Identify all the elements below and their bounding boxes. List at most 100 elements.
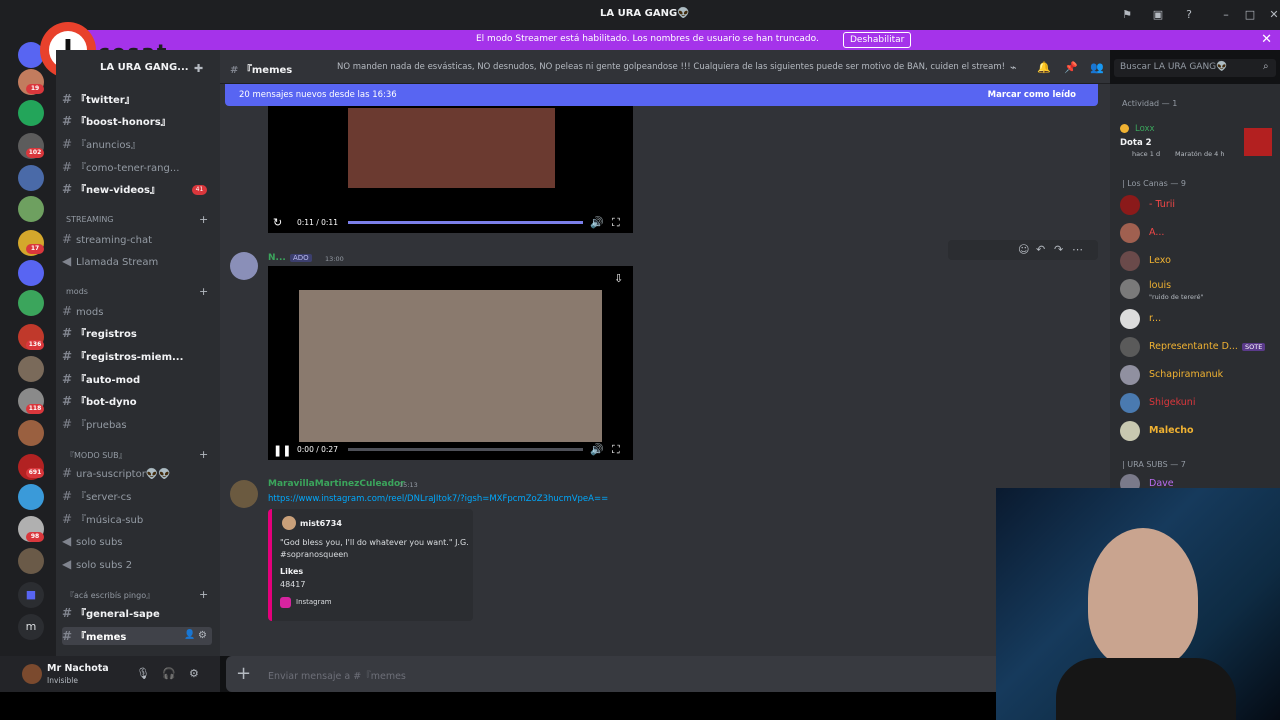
avatar[interactable] <box>22 664 42 684</box>
add-channel-icon[interactable]: + <box>199 588 208 601</box>
add-channel-icon[interactable]: + <box>199 285 208 298</box>
channel-auto-mod[interactable]: # 『auto-mod <box>62 370 212 388</box>
help-icon[interactable]: ? <box>1182 8 1196 22</box>
server-icon[interactable] <box>18 356 44 382</box>
video-time: 0:11 / 0:11 <box>297 218 338 227</box>
avatar[interactable] <box>230 252 258 280</box>
server-icon[interactable]: m <box>18 614 44 640</box>
close-banner-icon[interactable]: ✕ <box>1261 32 1272 47</box>
add-channel-icon[interactable]: + <box>199 213 208 226</box>
threads-icon[interactable]: ⌁ <box>1010 61 1017 74</box>
pause-icon[interactable]: ❚❚ <box>273 444 291 457</box>
video-player[interactable] <box>268 106 633 233</box>
user-name[interactable]: Mr Nachota <box>47 663 109 674</box>
video-progress[interactable] <box>348 448 583 451</box>
channel-pruebas[interactable]: # 『pruebas <box>62 415 212 433</box>
settings-gear-icon[interactable]: ⚙ <box>198 630 207 641</box>
voice-solo-subs-2[interactable]: ◀ solo subs 2 <box>62 555 212 573</box>
bell-icon[interactable]: 🔔 <box>1037 61 1051 74</box>
add-channel-icon[interactable]: + <box>199 448 208 461</box>
inbox-icon[interactable]: ⚑ <box>1120 8 1134 22</box>
new-messages-bar[interactable]: 20 mensajes nuevos desde las 16:36 Marca… <box>225 84 1098 106</box>
server-icon[interactable] <box>18 165 44 191</box>
hash-icon: # <box>62 182 73 196</box>
hash-icon: # <box>62 232 73 246</box>
voice-llamada-stream[interactable]: ◀ Llamada Stream <box>62 252 212 270</box>
mark-read-button[interactable]: Marcar como leído <box>988 90 1076 100</box>
channel-server-cs[interactable]: # 『server-cs <box>62 487 212 505</box>
microphone-icon[interactable]: 🎙 <box>136 667 150 680</box>
channel-streaming-chat[interactable]: # streaming-chat <box>62 230 212 248</box>
channel-ura-suscriptor[interactable]: # ura-suscriptor👽👽 <box>62 464 212 482</box>
disable-streamer-button[interactable]: Deshabilitar <box>843 32 912 48</box>
channel-topic[interactable]: NO manden nada de esvásticas, NO desnudo… <box>337 62 1005 72</box>
hash-icon: # <box>62 160 73 174</box>
pin-icon[interactable]: 📌 <box>1064 61 1078 74</box>
channel-mods[interactable]: # mods <box>62 302 212 320</box>
avatar <box>1120 421 1140 441</box>
embed-author[interactable]: mist6734 <box>300 519 342 528</box>
video-player[interactable] <box>268 266 633 460</box>
add-reaction-icon[interactable]: ☺ <box>1018 243 1029 256</box>
server-name[interactable]: LA URA GANG... <box>100 62 189 73</box>
category-aca-escribis[interactable]: 『acá escribís pingo』 <box>66 590 154 601</box>
settings-gear-icon[interactable]: ⚙ <box>189 667 199 680</box>
channel-twitter[interactable]: # 『twitter』 <box>62 90 212 108</box>
hash-icon: # <box>62 114 73 128</box>
title-bar: LA URA GANG👽 ⚑ ▣ ? – □ ✕ <box>0 0 1280 30</box>
volume-icon[interactable]: 🔊 <box>590 443 604 456</box>
server-icon[interactable] <box>18 100 44 126</box>
server-icon[interactable] <box>18 420 44 446</box>
channel-registros-miembros[interactable]: # 『registros-miem... <box>62 347 212 365</box>
download-icon[interactable]: ⇩ <box>614 272 623 285</box>
server-icon[interactable] <box>18 196 44 222</box>
maximize-icon[interactable]: □ <box>1243 8 1257 22</box>
replay-icon[interactable]: ↻ <box>273 216 282 229</box>
invite-icon[interactable]: 👤 <box>184 630 195 640</box>
category-streaming[interactable]: STREAMING <box>66 215 114 224</box>
channel-registros[interactable]: # 『registros <box>62 324 212 342</box>
channel-general-sape[interactable]: # 『general-sape <box>62 604 212 622</box>
forward-icon[interactable]: ↷ <box>1054 243 1063 256</box>
instagram-icon <box>280 597 291 608</box>
channel-bot-dyno[interactable]: # 『bot-dyno <box>62 392 212 410</box>
folder-icon[interactable]: ■ <box>18 582 44 608</box>
more-icon[interactable]: ⋯ <box>1072 243 1083 256</box>
channel-como-tener-rango[interactable]: # 『como-tener-rang... <box>62 158 212 176</box>
activity-user[interactable]: Loxx <box>1135 124 1155 134</box>
add-attachment-icon[interactable]: + <box>236 663 251 684</box>
fullscreen-icon[interactable]: ⛶ <box>612 443 620 457</box>
channel-musica-sub[interactable]: # 『música-sub <box>62 510 212 528</box>
voice-solo-subs[interactable]: ◀ solo subs <box>62 532 212 550</box>
reply-icon[interactable]: ↶ <box>1036 243 1045 256</box>
fullscreen-icon[interactable]: ⛶ <box>612 216 620 230</box>
unread-badge: 118 <box>26 404 44 414</box>
add-member-icon[interactable]: ✚ <box>194 62 203 75</box>
video-progress[interactable] <box>348 221 583 224</box>
server-icon[interactable] <box>18 548 44 574</box>
category-modo-sub[interactable]: 『MODO SUB』 <box>66 450 127 461</box>
channel-new-videos[interactable]: # 『new-videos』 <box>62 180 212 198</box>
close-icon[interactable]: ✕ <box>1267 8 1280 22</box>
minimize-icon[interactable]: – <box>1219 8 1233 22</box>
channel-boost-honors[interactable]: # 『boost-honors』 <box>62 112 212 130</box>
webcam-overlay <box>996 488 1280 720</box>
screen-icon[interactable]: ▣ <box>1151 8 1165 22</box>
message-author[interactable]: N... <box>268 253 286 263</box>
user-status: Invisible <box>47 676 78 685</box>
avatar[interactable] <box>230 480 258 508</box>
message-composer[interactable]: + Enviar mensaje a #『memes <box>226 656 1100 692</box>
category-mods[interactable]: mods <box>66 287 88 296</box>
server-icon[interactable] <box>18 260 44 286</box>
message-link[interactable]: https://www.instagram.com/reel/DNLraJIto… <box>268 494 608 504</box>
bottom-strip <box>0 692 996 720</box>
search-input[interactable]: Buscar LA URA GANG👽 <box>1114 59 1276 77</box>
server-icon[interactable] <box>18 290 44 316</box>
members-icon[interactable]: 👥 <box>1090 61 1104 74</box>
channel-anuncios[interactable]: # 『anuncios』 <box>62 135 212 153</box>
server-icon[interactable] <box>18 484 44 510</box>
headphones-icon[interactable]: 🎧 <box>162 667 176 680</box>
volume-icon[interactable]: 🔊 <box>590 216 604 229</box>
message-author[interactable]: MaravillaMartinezCuleador <box>268 479 405 489</box>
webcam-face <box>1088 528 1198 668</box>
